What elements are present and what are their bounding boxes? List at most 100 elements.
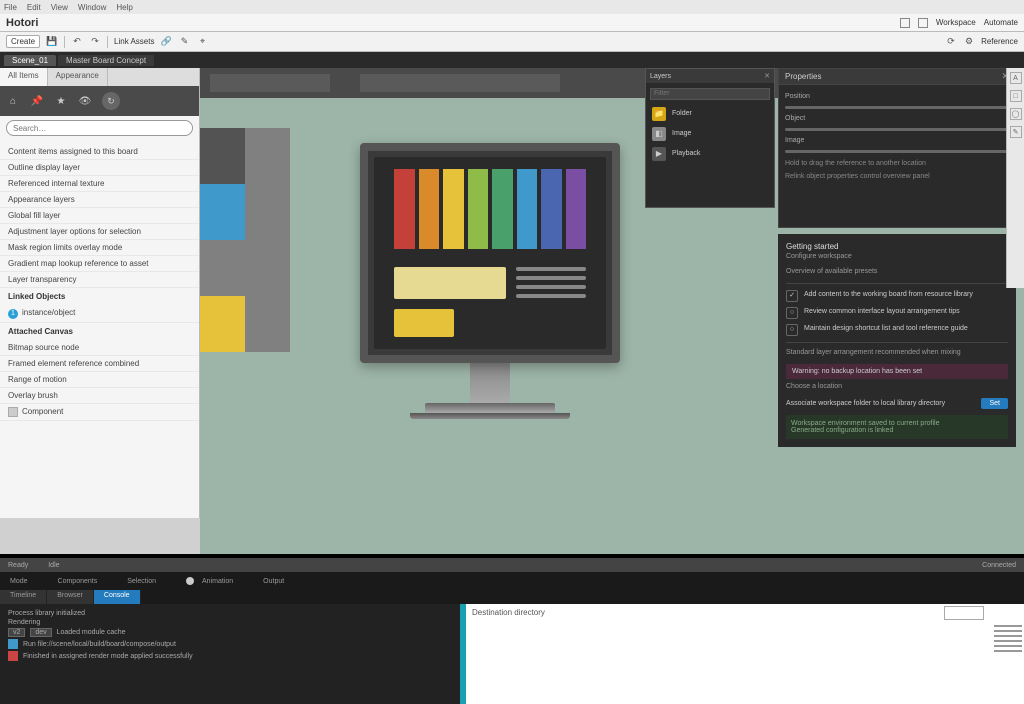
selection-label[interactable]: Selection (127, 578, 156, 585)
list-item[interactable]: Layer transparency (0, 272, 199, 288)
task-group-sub: Configure workspace (786, 253, 1008, 260)
star-icon[interactable]: ★ (54, 94, 68, 108)
list-item[interactable]: Overlay brush (0, 388, 199, 404)
rainbow-swatch (517, 169, 538, 249)
eye-icon[interactable]: 👁 (78, 94, 92, 108)
undo-icon[interactable]: ↶ (71, 36, 83, 48)
panel-tab-appearance[interactable]: Appearance (48, 68, 108, 86)
chip: v2 (8, 628, 25, 637)
layer-item[interactable]: ▶Playback (650, 144, 770, 164)
list-item[interactable]: Adjustment layer options for selection (0, 224, 199, 240)
slider[interactable] (785, 106, 1009, 109)
brush-icon[interactable]: ✎ (178, 36, 190, 48)
cta-text: Choose a location (786, 383, 1008, 390)
slider[interactable] (785, 150, 1009, 153)
link-icon[interactable]: 🔗 (160, 36, 172, 48)
menu-view[interactable]: View (51, 3, 68, 12)
tool-icon[interactable]: ◯ (1010, 108, 1022, 120)
menu-file[interactable]: File (4, 3, 17, 12)
checkbox-icon[interactable]: ○ (786, 324, 798, 336)
list-item[interactable]: Bitmap source node (0, 340, 199, 356)
swatch[interactable] (200, 296, 245, 352)
swatch[interactable] (200, 184, 245, 240)
sidebar-toolbar: ⌂ 📌 ★ 👁 ↻ (0, 86, 199, 116)
tool-icon[interactable]: □ (1010, 90, 1022, 102)
vertical-toolbar: A □ ◯ ✎ (1006, 68, 1024, 288)
layers-filter-input[interactable] (650, 88, 770, 100)
sidebar-search-input[interactable] (6, 120, 193, 136)
swatch[interactable] (200, 128, 245, 184)
swatch[interactable] (200, 240, 245, 296)
automate-link[interactable]: Automate (984, 18, 1018, 28)
checkbox-icon[interactable]: ✓ (786, 290, 798, 302)
separator (107, 36, 108, 48)
workspace-link[interactable]: Workspace (936, 18, 976, 28)
animation-label[interactable]: Animation (202, 578, 233, 585)
components-label[interactable]: Components (58, 578, 98, 585)
prop-label: Object (785, 115, 1009, 122)
refresh-icon[interactable]: ⟳ (945, 36, 957, 48)
list-item[interactable]: Referenced internal texture (0, 176, 199, 192)
pin-icon[interactable]: 📌 (30, 94, 44, 108)
path-input[interactable] (944, 606, 984, 620)
swatch[interactable] (245, 240, 290, 296)
grid-icon[interactable] (918, 18, 928, 28)
list-item[interactable]: 1instance/object (0, 305, 199, 323)
slider[interactable] (785, 128, 1009, 131)
refresh-circle-icon[interactable]: ↻ (102, 92, 120, 110)
tab-master[interactable]: Master Board Concept (58, 55, 154, 66)
browser-pane[interactable]: Destination directory (460, 604, 1024, 704)
list-item[interactable]: Component (0, 404, 199, 421)
rainbow-swatch (566, 169, 587, 249)
home-icon[interactable]: ⌂ (6, 94, 20, 108)
layers-panel[interactable]: Layers ✕ 📁Folder ◧Image ▶Playback (645, 68, 775, 208)
menu-edit[interactable]: Edit (27, 3, 41, 12)
layer-item[interactable]: ◧Image (650, 124, 770, 144)
close-icon[interactable]: ✕ (764, 72, 770, 80)
list-item[interactable]: Global fill layer (0, 208, 199, 224)
list-item[interactable]: Mask region limits overlay mode (0, 240, 199, 256)
set-button[interactable]: Set (981, 398, 1008, 409)
redo-icon[interactable]: ↷ (89, 36, 101, 48)
swatch[interactable] (245, 184, 290, 240)
menu-help[interactable]: Help (116, 3, 132, 12)
swatch[interactable] (245, 128, 290, 184)
task-item[interactable]: ○Maintain design shortcut list and tool … (786, 324, 1008, 336)
tab-console[interactable]: Console (94, 590, 141, 604)
list-item[interactable]: Outline display layer (0, 160, 199, 176)
tab-browser[interactable]: Browser (47, 590, 94, 604)
create-button[interactable]: Create (6, 35, 40, 48)
mode-label[interactable]: Mode (10, 578, 28, 585)
save-icon[interactable]: 💾 (46, 36, 58, 48)
record-icon[interactable] (186, 577, 194, 585)
document-tabs: Scene_01 Master Board Concept (0, 52, 1024, 68)
gear-icon[interactable]: ⚙ (963, 36, 975, 48)
list-item[interactable]: Range of motion (0, 372, 199, 388)
tab-scene[interactable]: Scene_01 (4, 55, 56, 66)
panel-tab-items[interactable]: All Items (0, 68, 48, 86)
list-item[interactable]: Framed element reference combined (0, 356, 199, 372)
tool-icon[interactable]: A (1010, 72, 1022, 84)
link-label: Link Assets (114, 37, 154, 46)
task-item[interactable]: ○Review common interface layout arrangem… (786, 307, 1008, 319)
rainbow-swatch (492, 169, 513, 249)
layout-icon[interactable] (900, 18, 910, 28)
status-text: Idle (48, 562, 59, 569)
rainbow-swatch (443, 169, 464, 249)
tasks-panel: Getting started Configure workspace Over… (778, 234, 1016, 447)
eyedropper-icon[interactable]: ⌖ (196, 36, 208, 48)
swatch[interactable] (245, 296, 290, 352)
layer-item[interactable]: 📁Folder (650, 104, 770, 124)
list-item[interactable]: Appearance layers (0, 192, 199, 208)
task-item[interactable]: ✓Add content to the working board from r… (786, 290, 1008, 302)
list-item[interactable]: Gradient map lookup reference to asset (0, 256, 199, 272)
menu-window[interactable]: Window (78, 3, 106, 12)
output-label[interactable]: Output (263, 578, 284, 585)
tab-timeline[interactable]: Timeline (0, 590, 47, 604)
tool-icon[interactable]: ✎ (1010, 126, 1022, 138)
right-column: Properties✕ Position Object Image Hold t… (778, 68, 1016, 447)
list-item[interactable]: Content items assigned to this board (0, 144, 199, 160)
menubar: File Edit View Window Help (0, 0, 1024, 14)
browser-field-label: Destination directory (472, 608, 545, 617)
checkbox-icon[interactable]: ○ (786, 307, 798, 319)
